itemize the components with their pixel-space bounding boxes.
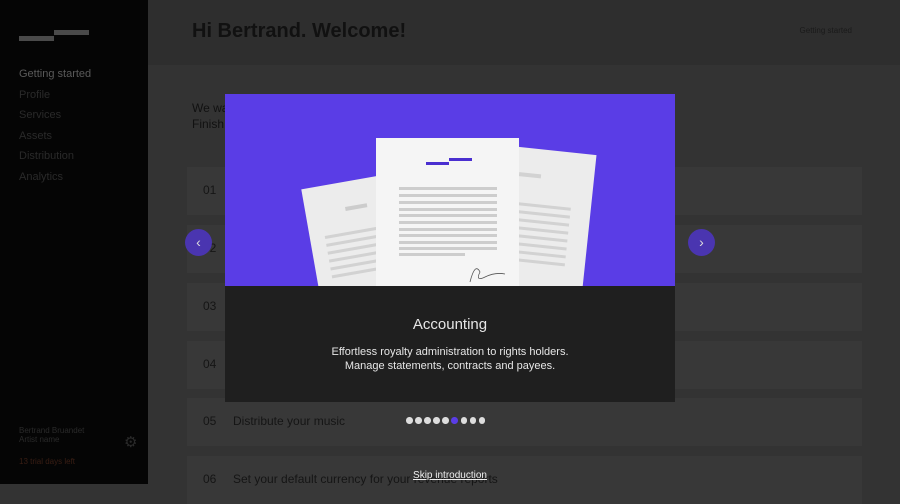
slide-description-line: Manage statements, contracts and payees. xyxy=(344,360,556,372)
pagination-dot[interactable] xyxy=(406,417,413,424)
slide-description-line: Effortless royalty administration to rig… xyxy=(331,346,569,358)
logo[interactable] xyxy=(19,30,89,42)
documents-illustration xyxy=(225,94,675,286)
header: Hi Bertrand. Welcome! Getting started xyxy=(148,0,900,65)
slide-title: Accounting xyxy=(412,316,488,333)
pagination-dot[interactable] xyxy=(424,417,431,424)
chevron-right-icon: › xyxy=(699,234,704,250)
slide-pagination xyxy=(406,417,486,424)
pagination-dot[interactable] xyxy=(478,417,486,424)
next-slide-button[interactable]: › xyxy=(688,229,715,256)
getting-started-link[interactable]: Getting started xyxy=(800,26,852,35)
sidebar-item-profile[interactable]: Profile xyxy=(19,88,91,109)
user-role: Artist name xyxy=(19,435,60,444)
trial-days: 13 trial days left xyxy=(19,457,76,466)
sidebar-item-assets[interactable]: Assets xyxy=(19,129,91,150)
sidebar-item-services[interactable]: Services xyxy=(19,108,91,129)
step-number: 05 xyxy=(203,414,217,428)
pagination-dot[interactable] xyxy=(451,417,458,424)
sidebar: Getting started Profile Services Assets … xyxy=(0,0,148,484)
intro-line: Finish xyxy=(192,117,225,131)
intro-modal: Accounting Effortless royalty administra… xyxy=(225,94,675,402)
pagination-dot[interactable] xyxy=(469,417,477,424)
step-number: 04 xyxy=(203,357,217,371)
skip-introduction-link[interactable]: Skip introduction xyxy=(0,470,900,481)
sidebar-nav: Getting started Profile Services Assets … xyxy=(19,67,91,190)
slide-description: Effortless royalty administration to rig… xyxy=(225,345,675,373)
intro-line: We wa xyxy=(192,101,229,115)
step-number: 01 xyxy=(203,183,217,197)
skip-introduction-label[interactable]: Skip introduction xyxy=(413,470,487,481)
user-info: Bertrand Bruandet Artist name xyxy=(19,426,84,444)
prev-slide-button[interactable]: ‹ xyxy=(185,229,212,256)
sidebar-item-getting-started[interactable]: Getting started xyxy=(19,67,91,88)
sidebar-item-analytics[interactable]: Analytics xyxy=(19,170,91,191)
intro-text: We wa Finish xyxy=(192,100,228,132)
pagination-dot[interactable] xyxy=(460,417,468,424)
pagination-dot[interactable] xyxy=(415,417,422,424)
page-title: Hi Bertrand. Welcome! xyxy=(192,20,407,42)
pagination-dot[interactable] xyxy=(442,417,449,424)
step-title: Distribute your music xyxy=(233,414,346,428)
step-number: 03 xyxy=(203,299,217,313)
user-name: Bertrand Bruandet xyxy=(19,426,85,435)
step-card[interactable]: 05 Distribute your music xyxy=(187,398,862,446)
chevron-left-icon: ‹ xyxy=(196,234,201,250)
pagination-dot[interactable] xyxy=(433,417,440,424)
gear-icon[interactable]: ⚙ xyxy=(124,433,137,451)
sidebar-item-distribution[interactable]: Distribution xyxy=(19,149,91,170)
